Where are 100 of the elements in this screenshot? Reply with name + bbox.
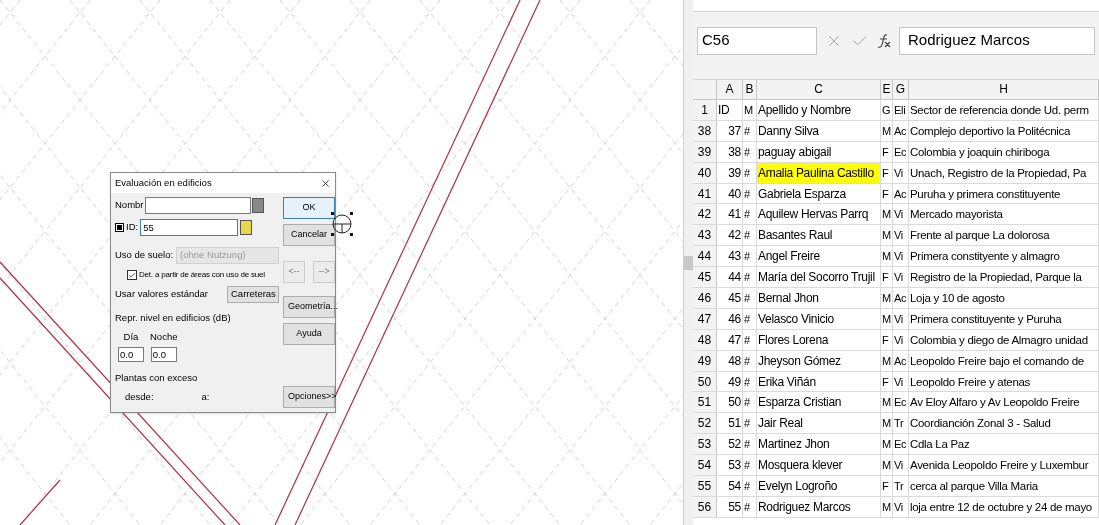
dialog-button[interactable]: OK (283, 197, 335, 219)
table-cell: 43 (717, 246, 743, 267)
table-cell: Mercado mayorista (909, 204, 1099, 225)
scrollbar[interactable] (683, 0, 693, 525)
table-cell: Coordianción Zonal 3 - Salud (909, 413, 1099, 434)
table-cell: Rodriguez Marcos (757, 496, 881, 517)
table-cell: Leopoldo Freire y atenas (909, 371, 1099, 392)
row-header[interactable]: 45 (693, 267, 717, 287)
table-cell: # (743, 496, 757, 517)
day-field[interactable]: 0.0 (118, 346, 144, 362)
table-cell: F (881, 183, 893, 204)
table-cell: # (743, 308, 757, 329)
table-cell: paguay abigail (757, 141, 881, 162)
close-icon[interactable] (320, 177, 331, 189)
row-header[interactable]: 1 (693, 100, 717, 120)
table-cell: Basantes Raul (757, 225, 881, 246)
table-cell: # (743, 350, 757, 371)
derive-checkbox[interactable] (127, 270, 137, 280)
table-cell: M (881, 246, 893, 267)
table-cell: # (743, 267, 757, 287)
table-cell: Aquilew Hervas Parrq (757, 204, 881, 225)
table-cell: Flores Lorena (757, 329, 881, 350)
row-header[interactable]: 38 (693, 120, 717, 141)
column-header[interactable]: A (717, 80, 743, 99)
table-cell: # (743, 204, 757, 225)
table-cell: Bernal Jhon (757, 288, 881, 308)
field-label: Noche (150, 330, 178, 345)
column-header[interactable]: G (893, 80, 909, 99)
row-header[interactable]: 44 (693, 246, 717, 267)
row-header[interactable]: 47 (693, 308, 717, 329)
table-cell: Ac (893, 288, 909, 308)
group-label: Plantas con exceso (115, 370, 199, 385)
formula-field[interactable]: Rodriguez Marcos (899, 26, 1095, 55)
row-header[interactable]: 55 (693, 476, 717, 496)
table-cell: Av Eloy Alfaro y Av Leopoldo Freire (909, 392, 1099, 413)
row-header[interactable]: 42 (693, 204, 717, 225)
night-field[interactable]: 0.0 (150, 346, 177, 362)
row-header[interactable]: 56 (693, 496, 717, 517)
table-cell: 50 (717, 392, 743, 413)
table-cell: Vi (893, 246, 909, 267)
field-label: Día (123, 330, 139, 345)
row-header[interactable]: 43 (693, 225, 717, 246)
table-cell: Primera constituyente y Puruha (909, 308, 1099, 329)
table-cell: M (881, 120, 893, 141)
column-header[interactable]: H (909, 80, 1099, 99)
table-cell: G (881, 100, 893, 120)
table-cell: # (743, 476, 757, 496)
table-cell: M (881, 392, 893, 413)
row-header[interactable]: 40 (693, 162, 717, 183)
row-header[interactable]: 48 (693, 329, 717, 350)
row-header[interactable]: 50 (693, 371, 717, 392)
table-cell: # (743, 455, 757, 476)
dialog-button[interactable]: Opciones>> (283, 386, 335, 408)
table-cell: loja entre 12 de octubre y 24 de mayo (909, 496, 1099, 517)
table-cell: 38 (717, 141, 743, 162)
table-cell: Vi (893, 496, 909, 517)
table-cell: 51 (717, 413, 743, 434)
function-icon[interactable] (877, 32, 891, 49)
defaults-dropdown[interactable]: Carreteras (227, 286, 279, 303)
dialog-button[interactable]: Cancelar (283, 224, 335, 246)
row-header[interactable]: 51 (693, 392, 717, 413)
column-header[interactable]: B (743, 80, 757, 99)
id-checkbox[interactable] (115, 223, 124, 232)
field-label: desde: (125, 389, 154, 404)
column-header[interactable]: C (757, 80, 881, 99)
row-header[interactable]: 54 (693, 455, 717, 476)
table-cell: Registro de la Propiedad, Parque la (909, 267, 1099, 287)
name-box[interactable]: C56 (697, 26, 817, 55)
table-cell: Vi (893, 329, 909, 350)
table-cell: Esparza Cristian (757, 392, 881, 413)
table-cell: Vi (893, 162, 909, 183)
column-header[interactable]: E (881, 80, 893, 99)
table-cell: Gabriela Esparza (757, 183, 881, 204)
table-cell: Vi (893, 225, 909, 246)
table-cell: María del Socorro Trujil (757, 267, 881, 287)
row-header[interactable]: 39 (693, 141, 717, 162)
table-cell: 37 (717, 120, 743, 141)
table-cell: Unach, Registro de la Propiedad, Pa (909, 162, 1099, 183)
id-field[interactable]: 55 (140, 219, 239, 236)
table-cell: M (881, 413, 893, 434)
row-header[interactable]: 53 (693, 434, 717, 455)
table-cell: Colombia y diego de Almagro unidad (909, 329, 1099, 350)
dialog-button[interactable]: Ayuda (283, 323, 335, 345)
row-header[interactable]: 52 (693, 413, 717, 434)
table-cell: 44 (717, 267, 743, 287)
table-cell: 52 (717, 434, 743, 455)
name-field[interactable] (144, 197, 251, 214)
table-cell: # (743, 120, 757, 141)
table-cell: Primera constityente y almagro (909, 246, 1099, 267)
row-header[interactable]: 46 (693, 288, 717, 308)
table-cell: F (881, 329, 893, 350)
table-cell: Puruha y primera constituyente (909, 183, 1099, 204)
table-cell: Velasco Vinicio (757, 308, 881, 329)
table-cell: # (743, 288, 757, 308)
table-cell: Complejo deportivo la Politécnica (909, 120, 1099, 141)
row-header[interactable]: 41 (693, 183, 717, 204)
building-symbol-icon (331, 212, 353, 236)
row-header[interactable]: 49 (693, 350, 717, 371)
table-cell: Frente al parque La dolorosa (909, 225, 1099, 246)
table-cell: Avenida Leopoldo Freire y Luxembur (909, 455, 1099, 476)
